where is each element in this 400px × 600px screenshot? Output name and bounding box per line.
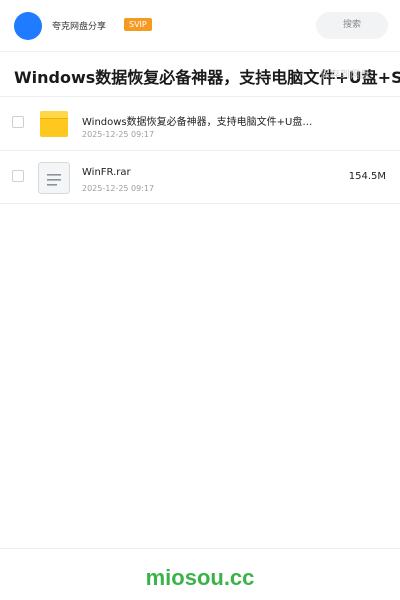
- file-name[interactable]: Windows数据恢复必备神器，支持电脑文件+U盘…: [82, 113, 334, 128]
- file-name[interactable]: WinFR.rar: [82, 167, 334, 178]
- file-list: Windows数据恢复必备神器，支持电脑文件+U盘… 2025-12-25 09…: [0, 96, 400, 204]
- file-checkbox[interactable]: [12, 170, 24, 182]
- avatar[interactable]: [14, 12, 42, 40]
- search-input[interactable]: 搜索: [316, 12, 388, 39]
- user-name: 夸克网盘分享: [52, 22, 107, 32]
- file-size: 154.5M: [348, 171, 386, 182]
- file-checkbox[interactable]: [12, 116, 24, 128]
- footer: miosou.cc: [0, 548, 400, 600]
- folder-icon: [38, 108, 70, 140]
- file-date: 2025-12-25 09:17: [82, 130, 155, 139]
- file-date: 2025-12-25 09:17: [82, 184, 155, 193]
- archive-file-icon: [38, 162, 70, 194]
- save-to-drive-button[interactable]: 保存到网盘: [320, 66, 370, 81]
- file-row[interactable]: WinFR.rar 2025-12-25 09:17 154.5M: [0, 150, 400, 204]
- file-row[interactable]: Windows数据恢复必备神器，支持电脑文件+U盘… 2025-12-25 09…: [0, 96, 400, 150]
- site-brand[interactable]: miosou.cc: [0, 565, 400, 591]
- share-page: 夸克网盘分享 SVIP 搜索 Windows数据恢复必备神器，支持电脑文件+U盘…: [0, 0, 400, 600]
- header: 夸克网盘分享 SVIP 搜索: [0, 0, 400, 52]
- svip-badge: SVIP: [124, 18, 152, 31]
